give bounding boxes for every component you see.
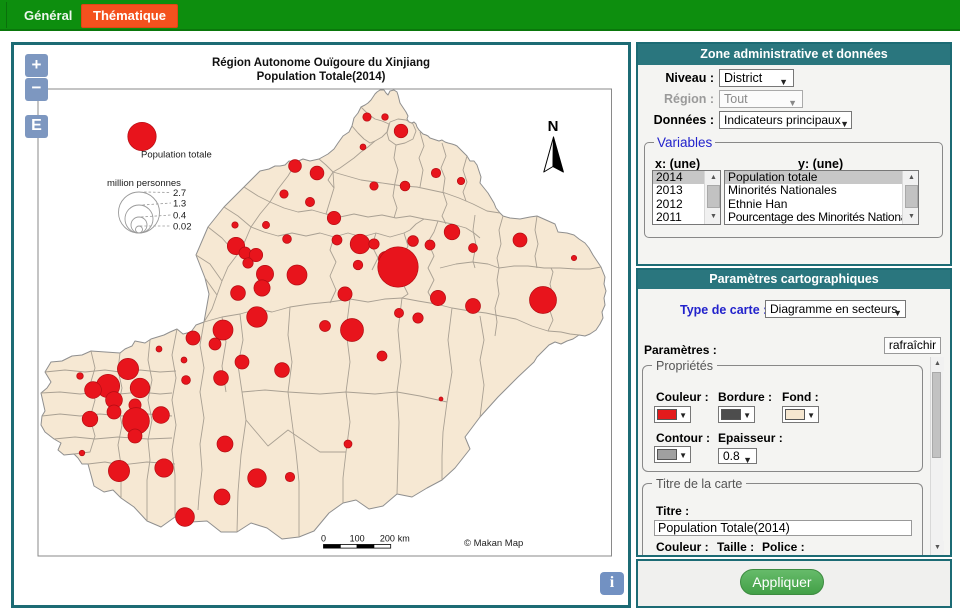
svg-text:© Makan Map: © Makan Map [464,538,523,549]
svg-text:1.3: 1.3 [173,199,186,210]
svg-text:0.02: 0.02 [173,222,192,233]
svg-text:100: 100 [350,534,365,544]
svg-text:0: 0 [321,534,326,544]
svg-text:2.7: 2.7 [173,188,186,199]
svg-text:km: km [398,534,410,544]
svg-text:0.4: 0.4 [173,211,186,222]
svg-text:200: 200 [380,534,395,544]
svg-text:million personnes: million personnes [107,178,181,189]
svg-text:Population totale: Population totale [141,150,212,161]
svg-text:N: N [548,118,559,135]
